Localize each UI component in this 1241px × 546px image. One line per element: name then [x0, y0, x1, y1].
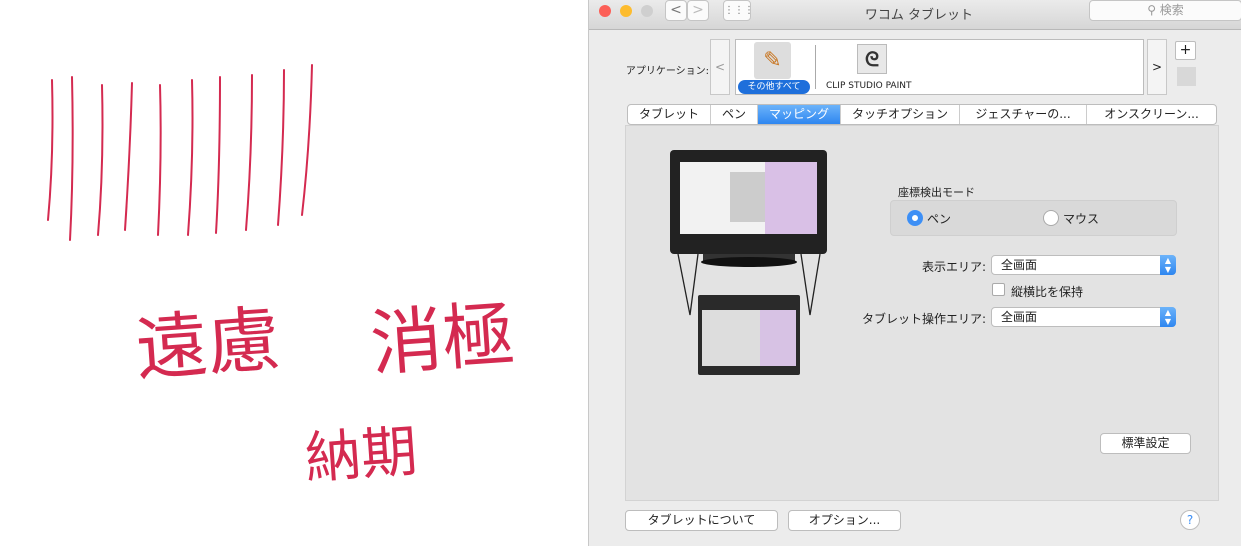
chevron-updown-icon: ▲ ▼	[1160, 307, 1176, 327]
mapping-illustration	[670, 150, 827, 375]
options-button[interactable]: オプション...	[788, 510, 901, 531]
keep-ratio-checkbox[interactable]	[992, 283, 1005, 296]
tablet-area-select[interactable]: 全画面 ▲ ▼	[991, 307, 1176, 327]
radio-pen[interactable]	[907, 210, 923, 226]
tab-onscreen[interactable]: オンスクリーン...	[1087, 105, 1216, 124]
show-all-grid-icon[interactable]: ⋮⋮⋮	[723, 0, 754, 21]
display-area-value: 全画面	[1001, 258, 1038, 272]
search-placeholder: 検索	[1159, 3, 1184, 17]
tablet-area-label: タブレット操作エリア:	[861, 312, 986, 326]
app-prev-button[interactable]: <	[710, 39, 730, 95]
search-field[interactable]: ⚲ 検索	[1089, 0, 1241, 21]
tab-mapping[interactable]: マッピング	[758, 105, 841, 124]
zoom-button[interactable]	[641, 5, 653, 17]
help-button[interactable]: ?	[1180, 510, 1200, 530]
application-list: ✎ その他すべて ᘓ CLIP STUDIO PAINT	[735, 39, 1144, 95]
handwriting-3: 納期	[303, 419, 420, 492]
about-tablet-button[interactable]: タブレットについて	[625, 510, 778, 531]
close-button[interactable]	[599, 5, 611, 17]
divider	[815, 45, 816, 89]
tab-touch-options[interactable]: タッチオプション	[841, 105, 960, 124]
default-settings-button[interactable]: 標準設定	[1100, 433, 1191, 454]
search-icon: ⚲	[1147, 3, 1160, 17]
window-title: ワコム タブレット	[864, 8, 974, 23]
remove-app-button[interactable]	[1177, 67, 1196, 86]
title-bar: < > ⋮⋮⋮ ワコム タブレット ⚲ 検索	[589, 0, 1241, 30]
app-item-all[interactable]: その他すべて	[738, 80, 810, 94]
minimize-button[interactable]	[620, 5, 632, 17]
radio-mouse-label[interactable]: マウス	[1063, 210, 1099, 227]
radio-mouse[interactable]	[1043, 210, 1059, 226]
mode-group: ペン マウス	[890, 200, 1177, 236]
tab-bar: タブレット ペン マッピング タッチオプション ジェスチャーの... オンスクリ…	[627, 104, 1217, 125]
radio-pen-label[interactable]: ペン	[927, 210, 951, 227]
app-item-clip-studio[interactable]: CLIP STUDIO PAINT	[826, 81, 911, 91]
add-app-button[interactable]: +	[1175, 41, 1196, 60]
display-area-select[interactable]: 全画面 ▲ ▼	[991, 255, 1176, 275]
drawing-canvas[interactable]: 遠慮 消極 納期	[0, 0, 588, 546]
wacom-preferences-window: < > ⋮⋮⋮ ワコム タブレット ⚲ 検索 アプリケーション: < ✎ その他…	[588, 0, 1241, 546]
tab-pen[interactable]: ペン	[711, 105, 758, 124]
clip-studio-icon[interactable]: ᘓ	[857, 44, 887, 74]
app-next-button[interactable]: >	[1147, 39, 1167, 95]
applications-label: アプリケーション:	[625, 66, 709, 77]
tab-gestures[interactable]: ジェスチャーの...	[960, 105, 1087, 124]
keep-ratio-label[interactable]: 縦横比を保持	[1011, 283, 1083, 300]
all-apps-icon[interactable]: ✎	[754, 42, 791, 79]
pen-strokes	[47, 64, 313, 241]
forward-button[interactable]: >	[687, 0, 709, 21]
tablet-area-value: 全画面	[1001, 310, 1038, 324]
back-button[interactable]: <	[665, 0, 687, 21]
display-area-label: 表示エリア:	[921, 260, 986, 274]
tab-tablet[interactable]: タブレット	[628, 105, 711, 124]
mapping-panel: 座標検出モード ペン マウス 表示エリア: 全画面 ▲ ▼ 縦横比を保持 タブレット…	[625, 125, 1219, 501]
chevron-updown-icon: ▲ ▼	[1160, 255, 1176, 275]
handwriting-2: 消極	[367, 292, 518, 386]
mode-title: 座標検出モード	[898, 186, 975, 199]
handwriting-1: 遠慮	[132, 297, 283, 391]
